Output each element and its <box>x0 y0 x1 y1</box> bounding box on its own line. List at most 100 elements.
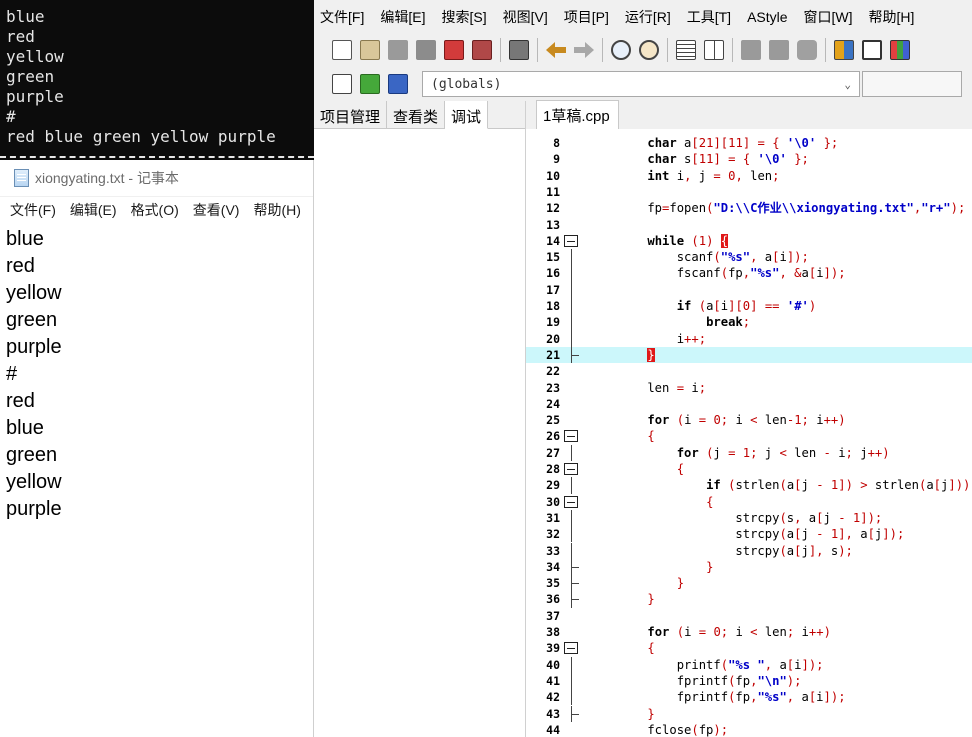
code-line: 9 char s[11] = { '\0' }; <box>526 151 972 167</box>
line-number: 30 <box>546 494 560 509</box>
line-number: 29 <box>546 478 560 493</box>
ide-workspace: 项目管理 查看类 调试 1草稿.cpp 8 char a[21][11] = { '… <box>314 100 972 737</box>
redo-icon[interactable] <box>574 42 594 58</box>
code-line: 22 <box>526 363 972 379</box>
code-text: fprintf(fp,"%s", a[i]); <box>618 690 846 705</box>
fold-line <box>571 672 572 690</box>
add-to-project-icon[interactable] <box>360 74 380 94</box>
fold-toggle-icon[interactable] <box>564 642 578 655</box>
save-all-icon[interactable] <box>416 40 436 60</box>
editor-area: 1草稿.cpp 8 char a[21][11] = { '\0' }; 9 ch… <box>526 100 972 737</box>
editor-tab-file[interactable]: 1草稿.cpp <box>536 100 619 129</box>
fold-end-mark <box>571 713 579 715</box>
panel-tab[interactable]: 查看类 <box>387 101 446 129</box>
notepad-menu-bar: 文件(F) 编辑(E) 格式(O) 查看(V) 帮助(H) <box>0 197 313 223</box>
notepad-title-bar[interactable]: xiongyating.txt - 记事本 <box>0 160 313 197</box>
ide-menu-item[interactable]: 编辑[E] <box>380 7 425 27</box>
line-number: 20 <box>546 331 560 346</box>
toggle-bookmark-icon[interactable] <box>676 40 696 60</box>
notepad-text-line: blue <box>6 417 44 439</box>
code-text: char a[21][11] = { '\0' }; <box>647 136 839 150</box>
fold-line <box>571 542 572 559</box>
new-file-icon[interactable] <box>332 40 352 60</box>
code-text: } <box>647 706 655 721</box>
panel-tab[interactable]: 调试 <box>445 101 489 129</box>
goto-line-icon[interactable] <box>704 40 724 60</box>
notepad-doc-icon <box>14 169 29 187</box>
fold-line <box>571 249 572 266</box>
layout-icon[interactable] <box>834 40 854 60</box>
code-line: 41 fprintf(fp,"\n"); <box>526 672 972 690</box>
ide-menu-item[interactable]: 项目[P] <box>564 7 609 27</box>
code-line: 19 break; <box>526 314 972 331</box>
code-text: for (i = 0; i < len-1; i++) <box>647 413 846 428</box>
notepad-text-line: # <box>6 363 18 385</box>
code-text: int i, j = 0, len; <box>647 168 780 183</box>
toolbar-separator <box>537 38 538 62</box>
console-window: blue red yellow green purple # red blue green … <box>0 0 314 160</box>
unindent-icon[interactable] <box>769 40 789 60</box>
ide-menu-item[interactable]: AStyle <box>747 9 787 25</box>
fold-toggle-icon[interactable] <box>564 234 578 247</box>
ide-menu-item[interactable]: 视图[V] <box>503 7 548 27</box>
code-text: } <box>676 576 685 591</box>
line-number: 27 <box>546 445 560 460</box>
panel-tab[interactable]: 项目管理 <box>314 101 388 129</box>
ide-toolbar-project: (globals) ⌄ <box>314 67 972 101</box>
save-icon[interactable] <box>388 40 408 60</box>
indent-icon[interactable] <box>741 40 761 60</box>
fold-line <box>571 298 572 315</box>
fullscreen-icon[interactable] <box>862 40 882 60</box>
console-line: yellow <box>6 47 64 66</box>
line-number: 13 <box>546 217 560 232</box>
remove-from-project-icon[interactable] <box>388 74 408 94</box>
ide-menu-bar: 文件[F] 编辑[E] 搜索[S] 视图[V] 项目[P] 运行[R] 工具[T] AStyl… <box>314 0 972 33</box>
replace-icon[interactable] <box>639 40 659 60</box>
color-icon[interactable] <box>890 40 910 60</box>
code-text: while (1) { <box>647 233 729 248</box>
project-panel-tabs: 项目管理 查看类 调试 <box>314 101 525 129</box>
find-icon[interactable] <box>611 40 631 60</box>
notepad-menu-item[interactable]: 文件(F) <box>10 200 56 220</box>
chevron-down-icon: ⌄ <box>844 77 851 91</box>
scope-dropdown[interactable]: (globals) ⌄ <box>422 71 860 97</box>
notepad-text-area[interactable]: blue red yellow green purple # red blue green yel… <box>0 223 313 523</box>
undo-icon[interactable] <box>546 42 566 58</box>
print-icon[interactable] <box>509 40 529 60</box>
ide-menu-item[interactable]: 窗口[W] <box>804 7 853 27</box>
open-file-icon[interactable] <box>360 40 380 60</box>
notepad-menu-item[interactable]: 格式(O) <box>131 200 179 220</box>
notepad-menu-item[interactable]: 查看(V) <box>193 200 240 220</box>
console-line: # <box>6 107 16 126</box>
notepad-menu-item[interactable]: 帮助(H) <box>253 200 300 220</box>
symbol-dropdown[interactable] <box>862 71 962 97</box>
ide-menu-item[interactable]: 搜索[S] <box>441 7 486 27</box>
fold-toggle-icon[interactable] <box>564 463 578 475</box>
ide-menu-item[interactable]: 文件[F] <box>320 7 364 27</box>
close-file-icon[interactable] <box>444 40 464 60</box>
code-line: 20 i++; <box>526 330 972 347</box>
code-text: if (a[i][0] == '#') <box>676 299 817 313</box>
new-project-icon[interactable] <box>332 74 352 94</box>
code-line: 18 if (a[i][0] == '#') <box>526 298 972 315</box>
code-text: { <box>647 641 655 656</box>
ide-window: 文件[F] 编辑[E] 搜索[S] 视图[V] 项目[P] 运行[R] 工具[T] AStyl… <box>314 0 972 737</box>
code-text: strcpy(a[j], s); <box>618 543 853 558</box>
notepad-menu-item[interactable]: 编辑(E) <box>70 200 117 220</box>
code-line: 23 len = i; <box>526 380 972 396</box>
code-text: i++; <box>618 331 707 346</box>
fold-toggle-icon[interactable] <box>564 495 578 508</box>
code-line: 15 scanf("%s", a[i]); <box>526 249 972 266</box>
line-number: 37 <box>546 608 560 623</box>
ide-menu-item[interactable]: 运行[R] <box>625 7 671 27</box>
fold-end-mark <box>571 599 579 601</box>
line-number: 36 <box>546 592 560 607</box>
code-editor[interactable]: 8 char a[21][11] = { '\0' }; 9 char s[11]… <box>526 129 972 737</box>
line-number: 18 <box>546 299 560 313</box>
ide-menu-item[interactable]: 工具[T] <box>687 7 731 27</box>
close-all-icon[interactable] <box>472 40 492 60</box>
ide-menu-item[interactable]: 帮助[H] <box>869 7 915 27</box>
fold-toggle-icon[interactable] <box>564 430 578 443</box>
comment-icon[interactable] <box>797 40 817 60</box>
code-text: fp=fopen("D:\\C作业\\xiongyating.txt","r+"… <box>618 201 966 216</box>
